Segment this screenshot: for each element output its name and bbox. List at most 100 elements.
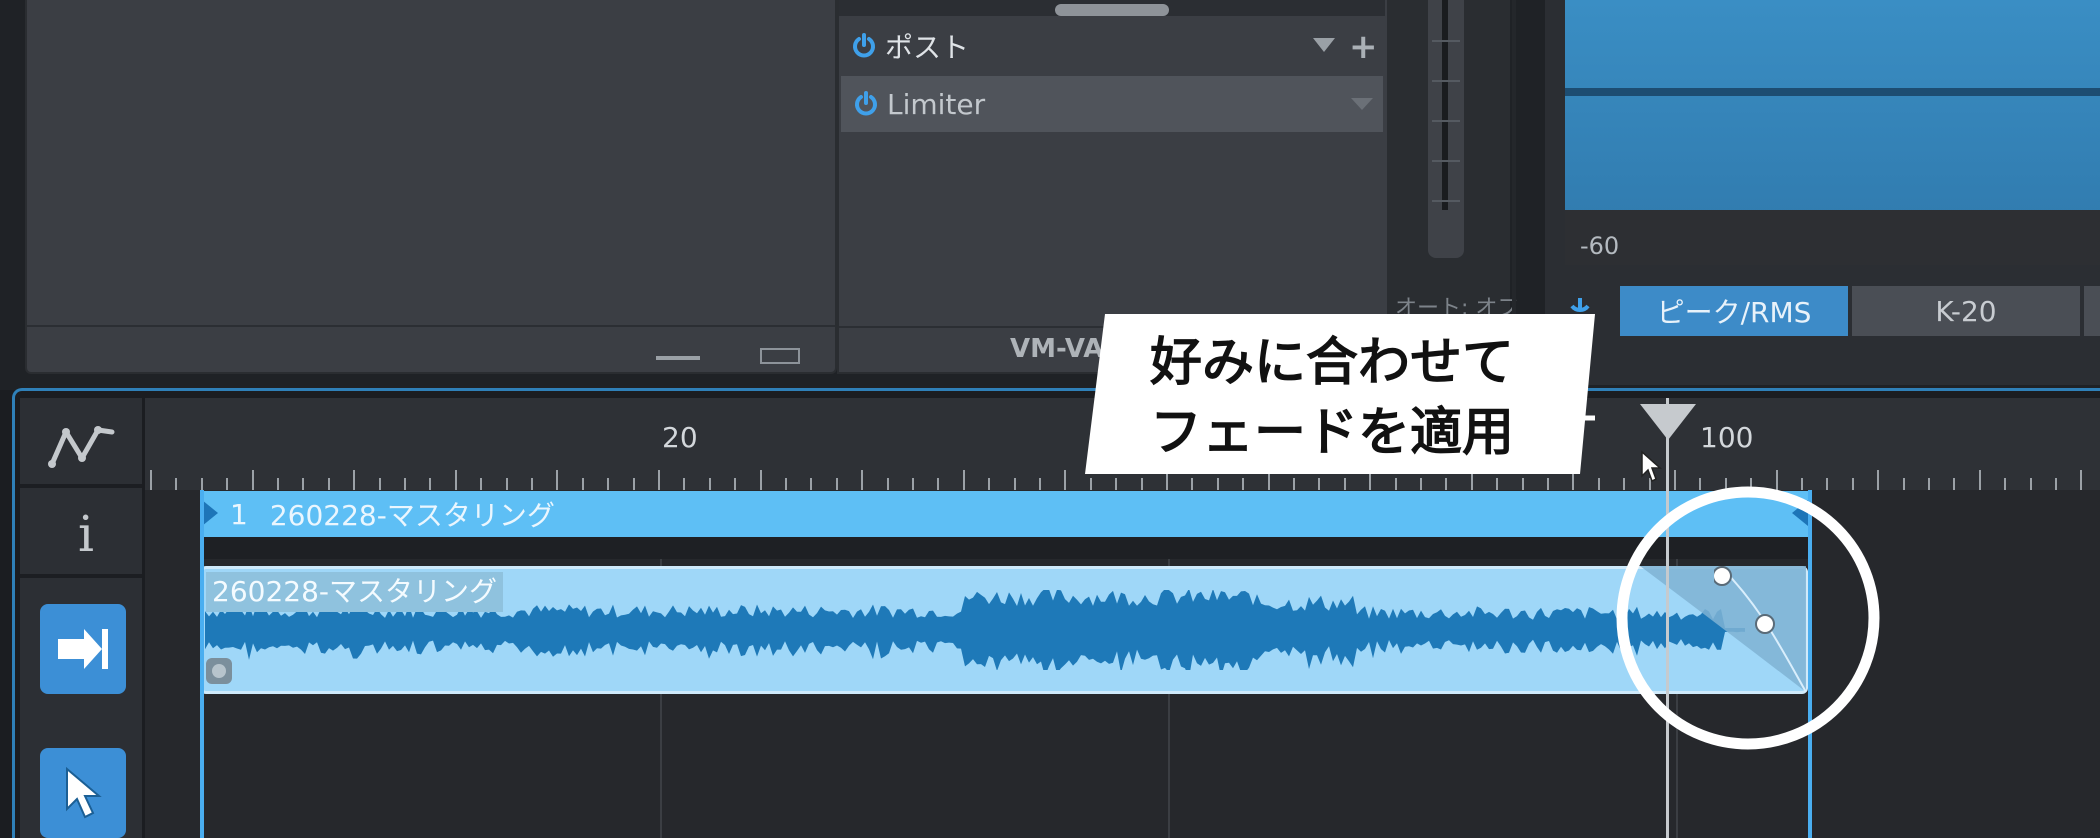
ruler-tick (760, 470, 762, 490)
track-name: 260228-マスタリング (269, 499, 555, 532)
mouse-cursor-icon (1641, 450, 1662, 483)
ruler-tick (531, 478, 533, 490)
loop-start-marker[interactable] (202, 500, 218, 526)
ruler-tick (1496, 478, 1498, 490)
ruler-tick (252, 470, 254, 490)
panel-divider (27, 325, 835, 327)
ruler-tick (1547, 478, 1549, 490)
info-icon[interactable]: i (78, 505, 94, 563)
track-number: 1 (230, 497, 248, 531)
ruler-tick (556, 470, 558, 490)
ruler-tick (2055, 478, 2057, 490)
ruler-tick (150, 470, 152, 490)
ruler-tick (785, 478, 787, 490)
fader-tick (1432, 80, 1460, 82)
automation-icon[interactable] (46, 420, 122, 474)
ruler-mark: 20 (662, 421, 698, 454)
ruler-tick (582, 478, 584, 490)
ruler-tick (1344, 478, 1346, 490)
insert-slot-limiter[interactable]: Limiter (841, 76, 1383, 132)
chevron-down-icon[interactable] (1351, 98, 1373, 110)
ruler-tick (2080, 470, 2082, 490)
ruler-tick (1293, 478, 1295, 490)
ruler-tick (201, 478, 203, 490)
power-icon[interactable] (851, 33, 877, 59)
callout-line-1: 好みに合わせて (1150, 333, 1515, 393)
ruler-tick (1014, 478, 1016, 490)
ruler-tick (277, 478, 279, 490)
clip-name: 260228-マスタリング (206, 572, 503, 612)
tab-overflow[interactable] (2084, 286, 2100, 336)
ruler-tick (709, 478, 711, 490)
arrow-tool-button[interactable] (40, 748, 126, 838)
ruler-tick (1217, 478, 1219, 490)
meter-reference-line (1565, 88, 2100, 96)
fader-slot (1442, 0, 1448, 210)
ruler-tick (455, 470, 457, 490)
ruler-tick (937, 478, 939, 490)
ruler-tick (1445, 478, 1447, 490)
insert-slot-post[interactable]: ポスト (839, 18, 1385, 74)
ruler-tick (734, 478, 736, 490)
ruler-mark: 100 (1700, 421, 1754, 454)
ruler-tick (683, 478, 685, 490)
fader-tick (1432, 160, 1460, 162)
ruler-tick (1953, 478, 1955, 490)
ruler-tick (480, 478, 482, 490)
restore-icon[interactable] (760, 348, 800, 364)
ruler-tick (506, 478, 508, 490)
ruler-tick (861, 470, 863, 490)
ruler-tick (379, 478, 381, 490)
track-header[interactable]: 1 260228-マスタリング (200, 491, 1810, 537)
ruler-tick (836, 478, 838, 490)
ruler-tick (226, 478, 228, 490)
meter-scale-label: -60 (1580, 232, 1620, 260)
ruler-tick (2030, 478, 2032, 490)
chevron-down-icon[interactable] (1313, 38, 1335, 52)
callout-text: 好みに合わせて フェードを適用 (1150, 328, 1570, 468)
ruler-tick (429, 478, 431, 490)
clip-start-line (200, 490, 204, 838)
snap-button[interactable] (40, 604, 126, 694)
track-lane-gap (200, 537, 1810, 559)
ruler-tick (988, 478, 990, 490)
plus-icon[interactable]: + (1349, 30, 1378, 64)
arrow-cursor-icon (66, 767, 102, 819)
tab-k20[interactable]: K-20 (1852, 286, 2080, 336)
minimize-icon[interactable] (656, 356, 700, 360)
playhead-handle[interactable] (1640, 404, 1696, 440)
ruler-tick (1395, 478, 1397, 490)
snap-arrow-icon (58, 629, 108, 669)
ruler-tick (1039, 478, 1041, 490)
ruler-tick (302, 478, 304, 490)
ruler-tick (175, 478, 177, 490)
fader-tick (1432, 40, 1460, 42)
tab-peak-rms[interactable]: ピーク/RMS (1620, 286, 1848, 336)
power-icon[interactable] (853, 91, 879, 117)
ruler-tick (2004, 478, 2006, 490)
ruler-tick (1522, 478, 1524, 490)
tool-separator (20, 484, 142, 488)
highlight-circle (1616, 486, 1880, 750)
ruler-tick (1979, 470, 1981, 490)
ruler-tick (328, 478, 330, 490)
ruler-tick (607, 478, 609, 490)
ruler-tick (1141, 478, 1143, 490)
fader-tick (1432, 200, 1460, 202)
ruler-tick (963, 470, 965, 490)
ruler-tick (912, 478, 914, 490)
ruler-tick (887, 478, 889, 490)
ruler-tick (1191, 478, 1193, 490)
ruler-tick (1064, 470, 1066, 490)
resize-grip[interactable] (1055, 4, 1169, 16)
meter-scale-area (1565, 210, 2100, 265)
ruler-tick (1115, 478, 1117, 490)
callout-line-2: フェードを適用 (1150, 403, 1515, 463)
insert-label-limiter: Limiter (887, 87, 986, 121)
tool-separator (20, 574, 142, 578)
ruler-tick (1090, 478, 1092, 490)
clip-handle-dot (212, 664, 226, 678)
ruler-tick (1928, 478, 1930, 490)
ruler-tick (1318, 478, 1320, 490)
browser-panel (25, 0, 837, 374)
